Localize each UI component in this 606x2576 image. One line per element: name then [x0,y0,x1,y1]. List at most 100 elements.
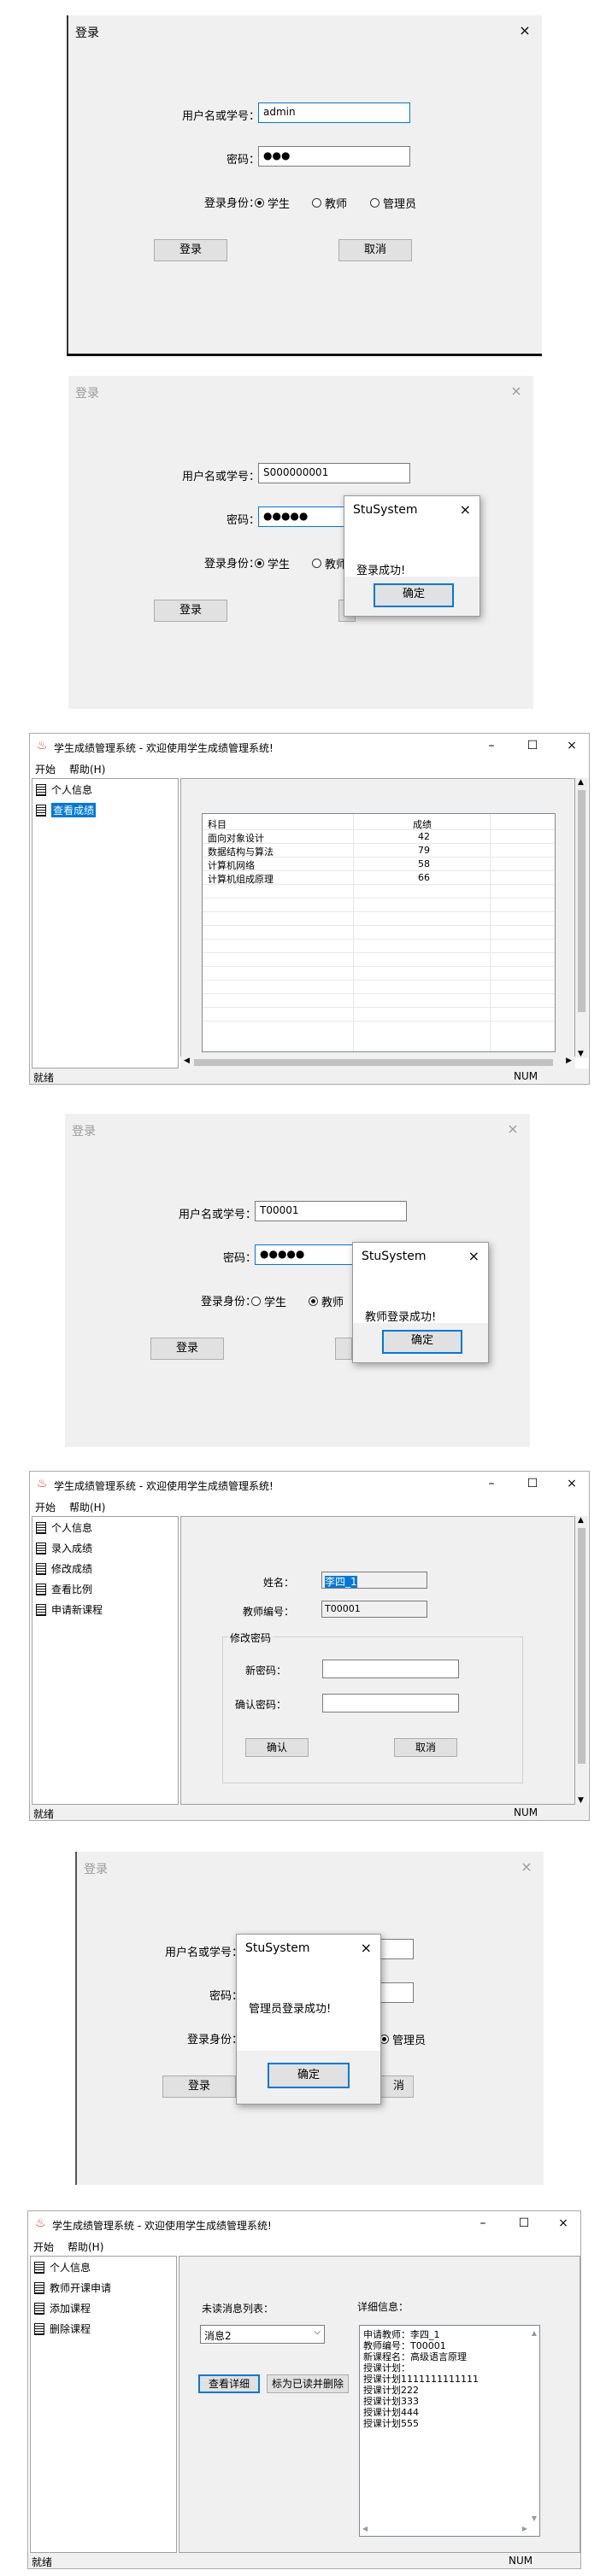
close-icon[interactable]: × [504,1121,521,1138]
close-icon[interactable]: × [361,1940,372,1956]
scroll-thumb[interactable] [578,790,585,1012]
password-label: 密码： [222,1252,256,1265]
scroll-right-icon[interactable]: ▶ [566,1057,572,1065]
radio-label: 教师 [321,1297,344,1309]
tree-item-delete-course[interactable]: 删除课程 [34,2321,91,2336]
tree-item-apply-course[interactable]: 申请新课程 [36,1602,103,1617]
username-input[interactable]: T00001 [255,1201,407,1221]
tree-item-label: 添加课程 [50,2303,91,2315]
close-icon[interactable]: × [468,1248,480,1264]
minimize-icon[interactable]: – [474,2216,491,2230]
scroll-left-icon[interactable]: ◀ [184,1057,190,1065]
close-icon[interactable]: × [563,1477,580,1490]
detail-line: 申请教师：李四_1 [363,2329,440,2340]
tree-item-add-course[interactable]: 添加课程 [34,2301,91,2315]
menu-start[interactable]: 开始 [33,2239,54,2254]
minimize-icon[interactable]: – [483,739,500,752]
login-button[interactable]: 登录 [162,2075,236,2098]
close-icon[interactable]: × [508,383,525,400]
horizontal-scrollbar[interactable]: ◀ ▶ [180,1057,575,1068]
dialog-title: StuSystem [353,503,418,517]
role-student-radio[interactable]: 学生 [255,195,290,211]
tree-item-label: 申请新课程 [51,1604,103,1616]
close-icon[interactable]: × [555,2216,572,2230]
grid-row-line [203,939,555,940]
close-icon[interactable]: × [460,501,471,518]
role-teacher-radio[interactable]: 教师 [309,1293,344,1309]
tree-item-enter-grades[interactable]: 录入成绩 [36,1541,92,1555]
ok-button[interactable]: 确定 [268,2063,350,2088]
role-teacher-radio[interactable]: 教师 [312,555,347,571]
close-icon[interactable]: × [518,1859,535,1876]
scroll-right-icon[interactable]: ▶ [522,2523,527,2534]
login-button[interactable]: 登录 [154,600,227,622]
scroll-up-icon[interactable]: ▲ [532,2327,537,2339]
detail-textarea[interactable]: 申请教师：李四_1 教师编号：T00001 新课程名：高级语言原理 授课计划： 授课计划… [359,2325,540,2537]
confirm-password-input[interactable] [322,1694,459,1712]
dialog-message: 管理员登录成功! [249,2003,332,2016]
maximize-icon[interactable]: ☐ [524,739,541,752]
scroll-up-icon[interactable]: ▲ [578,1516,584,1525]
menu-help[interactable]: 帮助(H) [68,2239,103,2254]
tree-item-label: 个人信息 [51,784,93,796]
password-input[interactable]: ●●● [258,146,410,167]
menu-help[interactable]: 帮助(H) [69,762,105,776]
menu-start[interactable]: 开始 [35,1500,56,1514]
tree-item-personal-info[interactable]: 个人信息 [34,2260,91,2274]
role-teacher-radio[interactable]: 教师 [312,195,347,211]
app-icon: ♨ [37,1477,48,1490]
scroll-up-icon[interactable]: ▲ [578,778,584,787]
scroll-thumb[interactable] [194,1059,553,1066]
login-button[interactable]: 登录 [154,239,227,261]
tree-item-view-ratio[interactable]: 查看比例 [36,1582,92,1596]
cancel-button-partial[interactable] [335,1338,352,1360]
status-ready: 就绪 [33,1072,55,1084]
ok-button[interactable]: 确定 [382,1330,462,1354]
tree-item-course-requests[interactable]: 教师开课申请 [34,2280,111,2295]
menu-help[interactable]: 帮助(H) [69,1500,105,1514]
close-icon[interactable]: × [563,739,580,752]
vertical-scrollbar[interactable]: ▲ ▼ [575,1516,588,1805]
role-student-radio[interactable]: 学生 [251,1293,286,1309]
role-admin-radio[interactable]: 管理员 [379,2031,426,2047]
tree-item-personal-info[interactable]: 个人信息 [36,782,92,797]
status-ready: 就绪 [33,1808,55,1820]
message-combo[interactable]: 消息2 ⌵ [200,2325,325,2344]
new-password-input[interactable] [322,1660,459,1678]
tree-item-view-grades[interactable]: 查看成绩 [36,803,97,817]
cancel-button-partial[interactable]: 消 [379,2075,414,2098]
vertical-scrollbar[interactable]: ▲ ▼ [575,778,588,1058]
login-title: 登录 [84,1863,108,1876]
maximize-icon[interactable]: ☐ [515,2216,532,2230]
username-input-partial[interactable] [379,1939,414,1959]
scroll-thumb[interactable] [578,1528,585,1764]
radio-label: 学生 [264,1297,287,1309]
tree-item-personal-info[interactable]: 个人信息 [36,1520,92,1535]
password-input-partial[interactable] [379,1982,414,2003]
menu-start[interactable]: 开始 [35,762,56,776]
tree-item-edit-grades[interactable]: 修改成绩 [36,1561,92,1576]
username-input[interactable]: S000000001 [258,463,410,483]
scroll-down-icon[interactable]: ▼ [578,1050,584,1058]
close-icon[interactable]: × [516,22,533,39]
scroll-down-icon[interactable]: ▼ [532,2513,537,2524]
detail-line: 授课计划333 [363,2396,419,2407]
message-dialog: StuSystem × 教师登录成功! 确定 [352,1242,489,1363]
status-num: NUM [514,1070,538,1082]
view-detail-button[interactable]: 查看详细 [198,2374,260,2393]
role-admin-radio[interactable]: 管理员 [370,195,416,211]
confirm-button[interactable]: 确认 [245,1738,309,1757]
username-input[interactable]: admin [258,102,410,123]
maximize-icon[interactable]: ☐ [524,1477,541,1490]
content-pane: 科目 成绩 面向对象设计 42 数据结构与算法 79 计算机网络 58 计算机组成原理 66 [180,778,575,1068]
mark-read-delete-button[interactable]: 标为已读并删除 [267,2374,349,2393]
new-password-label: 新密码： [244,1665,286,1677]
cancel-button[interactable]: 取消 [338,239,412,261]
login-button[interactable]: 登录 [150,1338,224,1360]
role-student-radio[interactable]: 学生 [255,555,290,571]
scroll-down-icon[interactable]: ▼ [578,1796,584,1805]
cancel-button[interactable]: 取消 [394,1738,457,1757]
minimize-icon[interactable]: – [483,1477,500,1490]
scroll-left-icon[interactable]: ◀ [362,2523,368,2534]
ok-button[interactable]: 确定 [374,583,454,607]
